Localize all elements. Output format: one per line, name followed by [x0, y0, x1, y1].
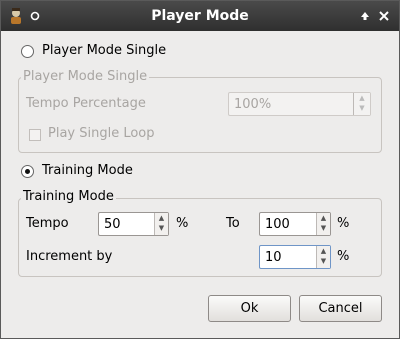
player-mode-single-group-title: Player Mode Single: [21, 69, 150, 84]
tempo-percentage-value: 100%: [234, 97, 272, 112]
play-single-loop-checkbox[interactable]: [29, 129, 41, 141]
tempo-spinbox[interactable]: 50 ▲ ▼: [98, 212, 169, 236]
to-label: To: [226, 216, 240, 231]
window-title: Player Mode: [151, 8, 249, 24]
tempo-percentage-label: Tempo Percentage: [26, 96, 146, 111]
tempo-percentage-spinbox[interactable]: 100% ▲ ▼: [228, 92, 371, 116]
tempo-value: 50: [104, 217, 121, 232]
play-single-loop-label: Play Single Loop: [48, 126, 155, 141]
to-spinbox[interactable]: 100 ▲ ▼: [259, 212, 331, 236]
spin-arrows-icon[interactable]: ▲ ▼: [353, 93, 370, 115]
to-value: 100: [265, 217, 290, 232]
increment-value[interactable]: 10: [265, 250, 282, 265]
player-mode-dialog: Player Mode Player Mode Single Player Mo…: [0, 0, 400, 339]
ok-button[interactable]: Ok: [208, 295, 291, 322]
training-mode-radio-label: Training Mode: [42, 163, 133, 178]
maximize-icon[interactable]: [359, 10, 371, 22]
close-icon[interactable]: [378, 10, 390, 22]
tempo-spin-arrows-icon[interactable]: ▲ ▼: [154, 213, 168, 235]
title-bar: Player Mode: [1, 1, 399, 31]
increment-label: Increment by: [26, 249, 113, 264]
training-mode-radio[interactable]: [21, 165, 34, 178]
tempo-percent-sign: %: [176, 216, 189, 231]
increment-percent-sign: %: [337, 249, 350, 264]
to-spin-arrows-icon[interactable]: ▲ ▼: [316, 213, 330, 235]
tempo-label: Tempo: [26, 216, 69, 231]
player-mode-single-radio-label: Player Mode Single: [42, 43, 167, 58]
increment-spinbox[interactable]: 10 ▲ ▼: [259, 245, 331, 269]
to-percent-sign: %: [337, 216, 350, 231]
increment-spin-arrows-icon[interactable]: ▲ ▼: [316, 246, 330, 268]
training-mode-group-title: Training Mode: [21, 189, 116, 204]
cancel-button[interactable]: Cancel: [299, 295, 382, 322]
player-mode-single-radio[interactable]: [21, 45, 34, 58]
